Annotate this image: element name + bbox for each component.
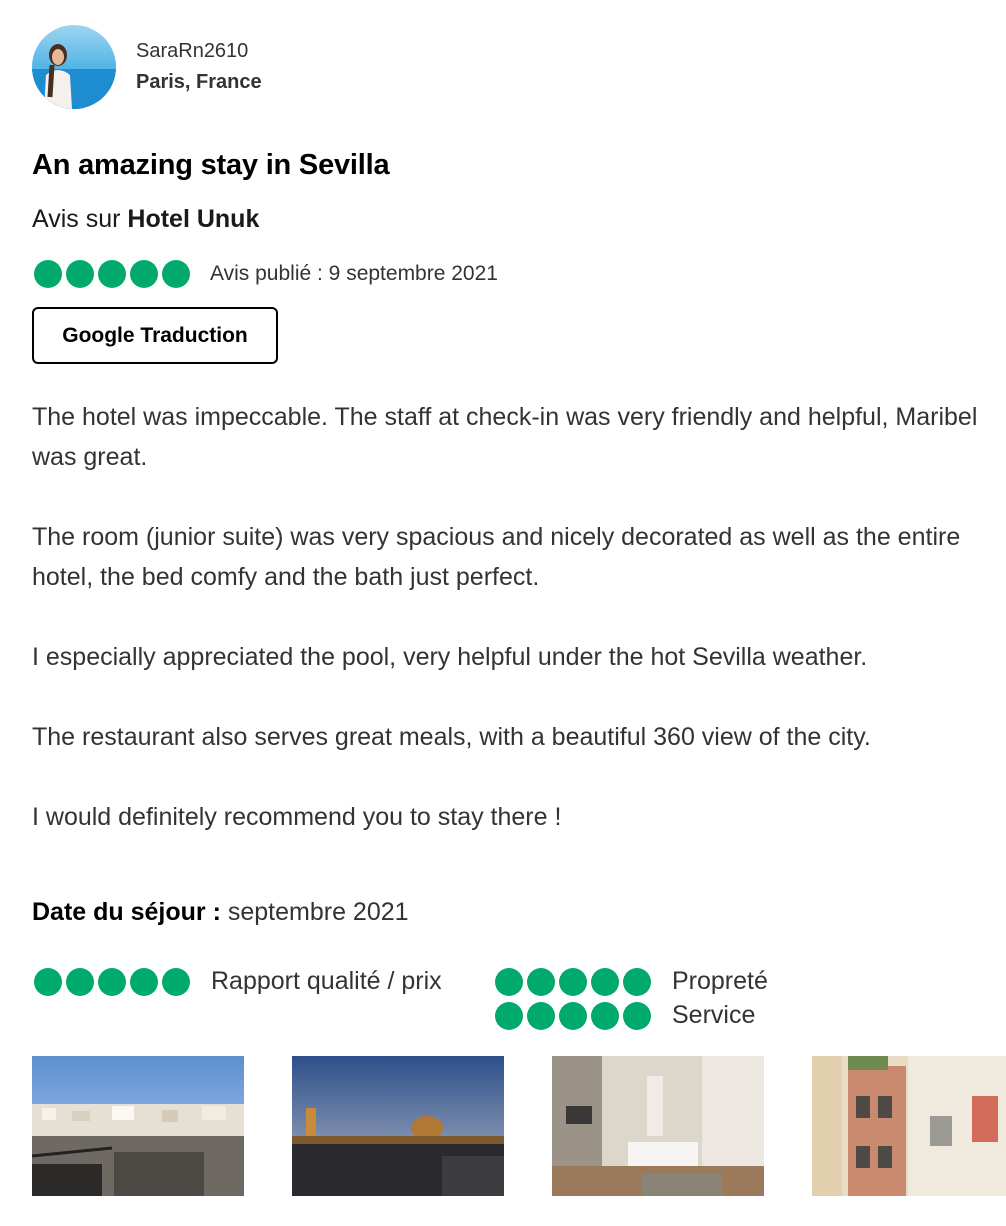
sub-rating-bubbles — [34, 967, 194, 996]
rooftop-city-view-photo-icon — [32, 1056, 244, 1196]
review-about: Avis sur Hotel Unuk — [32, 205, 259, 234]
published-date: Avis publié : 9 septembre 2021 — [210, 262, 498, 285]
review-photo-3[interactable] — [552, 1056, 764, 1196]
city-skyline-dusk-photo-icon — [292, 1056, 504, 1196]
avatar[interactable] — [32, 25, 116, 109]
rating-bubble-icon — [623, 1001, 651, 1030]
reviewer-location: Paris, France — [136, 71, 262, 93]
street-balconies-photo-icon — [812, 1056, 1006, 1196]
rating-bubble-icon — [98, 260, 126, 288]
rating-bubble-icon — [495, 967, 523, 996]
profile-photo-icon — [32, 25, 116, 109]
rating-bubble-icon — [591, 967, 619, 996]
about-prefix: Avis sur — [32, 205, 121, 233]
rating-bubble-icon — [591, 1001, 619, 1030]
sub-rating-service: Service — [495, 1001, 755, 1030]
rating-bubble-icon — [527, 967, 555, 996]
rating-bubble-icon — [559, 967, 587, 996]
stay-date-label: Date du séjour : — [32, 898, 221, 926]
stay-date-value: septembre 2021 — [227, 898, 409, 926]
google-translate-button[interactable]: Google Traduction — [32, 307, 278, 364]
review-body: The hotel was impeccable. The staff at c… — [32, 397, 997, 877]
rating-bubble-icon — [495, 1001, 523, 1030]
review-photo-4[interactable] — [812, 1056, 1006, 1196]
rating-bubble-icon — [34, 967, 62, 996]
sub-rating-label: Service — [672, 1001, 756, 1029]
rating-bubble-icon — [130, 967, 158, 996]
rating-bubble-icon — [623, 967, 651, 996]
review-paragraph: I especially appreciated the pool, very … — [32, 643, 868, 671]
rating-bubble-icon — [527, 1001, 555, 1030]
overall-rating-bubbles — [34, 260, 194, 288]
rating-bubble-icon — [66, 967, 94, 996]
rating-bubble-icon — [130, 260, 158, 288]
rating-bubble-icon — [34, 260, 62, 288]
sub-rating-label: Propreté — [672, 967, 768, 995]
reviewer-username[interactable]: SaraRn2610 — [136, 40, 248, 63]
review-photo-2[interactable] — [292, 1056, 504, 1196]
rating-bubble-icon — [66, 260, 94, 288]
review-title: An amazing stay in Sevilla — [32, 149, 390, 181]
hotel-room-photo-icon — [552, 1056, 764, 1196]
sub-rating-bubbles — [495, 1001, 655, 1030]
review-paragraph: The restaurant also serves great meals, … — [32, 723, 871, 751]
rating-bubble-icon — [98, 967, 126, 996]
sub-rating-value: Rapport qualité / prix — [34, 967, 442, 996]
rating-bubble-icon — [559, 1001, 587, 1030]
stay-date: Date du séjour : septembre 2021 — [32, 898, 409, 927]
review-photo-1[interactable] — [32, 1056, 244, 1196]
hotel-name-link[interactable]: Hotel Unuk — [127, 205, 259, 233]
sub-rating-bubbles — [495, 967, 655, 996]
sub-rating-cleanliness: Propreté — [495, 967, 768, 996]
rating-bubble-icon — [162, 260, 190, 288]
review-paragraph: The room (junior suite) was very spaciou… — [32, 523, 961, 591]
review-paragraph: The hotel was impeccable. The staff at c… — [32, 403, 978, 471]
sub-rating-label: Rapport qualité / prix — [211, 967, 442, 995]
rating-bubble-icon — [162, 967, 190, 996]
review-paragraph: I would definitely recommend you to stay… — [32, 803, 562, 831]
